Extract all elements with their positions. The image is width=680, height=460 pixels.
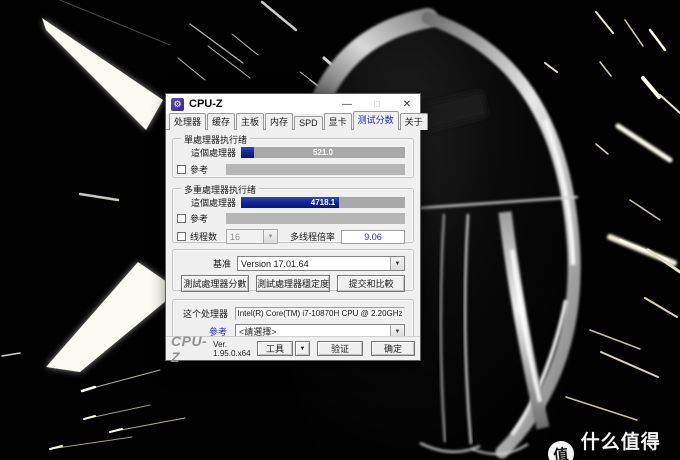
threads-checkbox[interactable] xyxy=(177,232,186,241)
threads-count-value: 16 xyxy=(230,231,241,242)
threads-count-select[interactable]: 16 ▼ xyxy=(226,229,278,244)
benchmark-version-label: 基准 xyxy=(213,259,232,269)
chevron-down-icon: ▼ xyxy=(299,345,306,352)
tab-strip: 处理器 缓存 主板 内存 SPD 显卡 测试分数 关于 xyxy=(166,111,428,130)
multi-thread-score-bar: 4718.1 xyxy=(241,197,405,208)
ratio-value: 9.06 xyxy=(364,231,382,242)
cpuz-app-icon: ⚙ xyxy=(171,97,184,111)
threads-label: 线程数 xyxy=(190,232,218,242)
window-title: CPU-Z xyxy=(189,98,223,110)
chevron-down-icon: ▼ xyxy=(390,257,404,270)
ok-button[interactable]: 确定 xyxy=(371,341,415,356)
ratio-value-field: 9.06 xyxy=(341,229,405,244)
reference-checkbox[interactable] xyxy=(177,165,186,174)
minimize-icon[interactable]: — xyxy=(340,99,354,110)
reference-bar xyxy=(226,213,405,224)
reference-label: 參考 xyxy=(190,165,209,175)
tab-graphics[interactable]: 显卡 xyxy=(323,113,352,130)
single-thread-score-bar: 521.0 xyxy=(241,147,405,158)
this-processor-name-label: 这个处理器 xyxy=(183,309,229,319)
reference-bar xyxy=(226,164,405,175)
bench-cpu-button[interactable]: 測試處理器分數 xyxy=(181,275,249,292)
tab-spd[interactable]: SPD xyxy=(294,116,323,130)
processor-name-field: Intel(R) Core(TM) i7-10870H CPU @ 2.20GH… xyxy=(235,307,405,320)
tab-bench[interactable]: 测试分数 xyxy=(352,111,399,130)
maximize-icon: □ xyxy=(373,98,381,110)
version-text: Ver. 1.95.0.x64 xyxy=(213,339,251,358)
benchmark-version-value: Version 17.01.64 xyxy=(241,258,309,269)
watermark-text: 什么值得买 xyxy=(580,432,661,460)
processor-name: Intel(R) Core(TM) i7-10870H CPU @ 2.20GH… xyxy=(237,309,403,318)
tools-button[interactable]: 工具 xyxy=(257,341,293,356)
chevron-down-icon: ▼ xyxy=(263,230,277,243)
ratio-label: 多线程倍率 xyxy=(289,232,335,242)
multi-thread-group: 多重處理器执行绪 這個處理器 4718.1 參考 线程数 16 ▼ 多线程倍率 … xyxy=(172,183,414,244)
cpuz-logo: CPU-Z xyxy=(171,332,208,365)
benchmark-group: 基准 Version 17.01.64 ▼ 測試處理器分數 測試處理器穩定度 提… xyxy=(172,249,414,292)
groupbox-title: 多重處理器执行绪 xyxy=(181,183,260,196)
tab-memory[interactable]: 内存 xyxy=(265,113,294,130)
tools-dropdown-button[interactable]: ▼ xyxy=(295,341,310,356)
single-thread-score: 521.0 xyxy=(312,148,334,157)
groupbox-title: 單處理器执行绪 xyxy=(181,133,251,146)
single-thread-group: 單處理器执行绪 這個處理器 521.0 參考 xyxy=(172,133,414,178)
reference-label: 參考 xyxy=(190,214,209,224)
smzdm-logo-icon: 值 xyxy=(546,439,576,460)
smzdm-watermark: 值 什么值得买 xyxy=(546,427,680,460)
this-processor-label: 這個處理器 xyxy=(191,148,237,158)
footer-bar: CPU-Z Ver. 1.95.0.x64 工具 ▼ 验证 确定 xyxy=(166,333,420,365)
stress-cpu-button[interactable]: 測試處理器穩定度 xyxy=(255,275,331,292)
tab-cpu[interactable]: 处理器 xyxy=(169,113,207,130)
close-icon[interactable]: ✕ xyxy=(400,99,414,110)
tab-caches[interactable]: 缓存 xyxy=(207,113,236,130)
tab-about[interactable]: 关于 xyxy=(399,113,428,130)
validate-button[interactable]: 验证 xyxy=(317,341,363,356)
multi-thread-score: 4718.1 xyxy=(310,198,336,207)
reference-checkbox[interactable] xyxy=(177,214,186,223)
this-processor-label: 這個處理器 xyxy=(191,198,237,208)
benchmark-version-select[interactable]: Version 17.01.64 ▼ xyxy=(237,256,405,271)
tab-mainboard[interactable]: 主板 xyxy=(236,113,265,130)
submit-compare-button[interactable]: 提交和比較 xyxy=(337,275,406,292)
cpuz-window: ⚙ CPU-Z — □ ✕ 处理器 缓存 主板 内存 SPD 显卡 测试分数 关… xyxy=(165,93,428,365)
